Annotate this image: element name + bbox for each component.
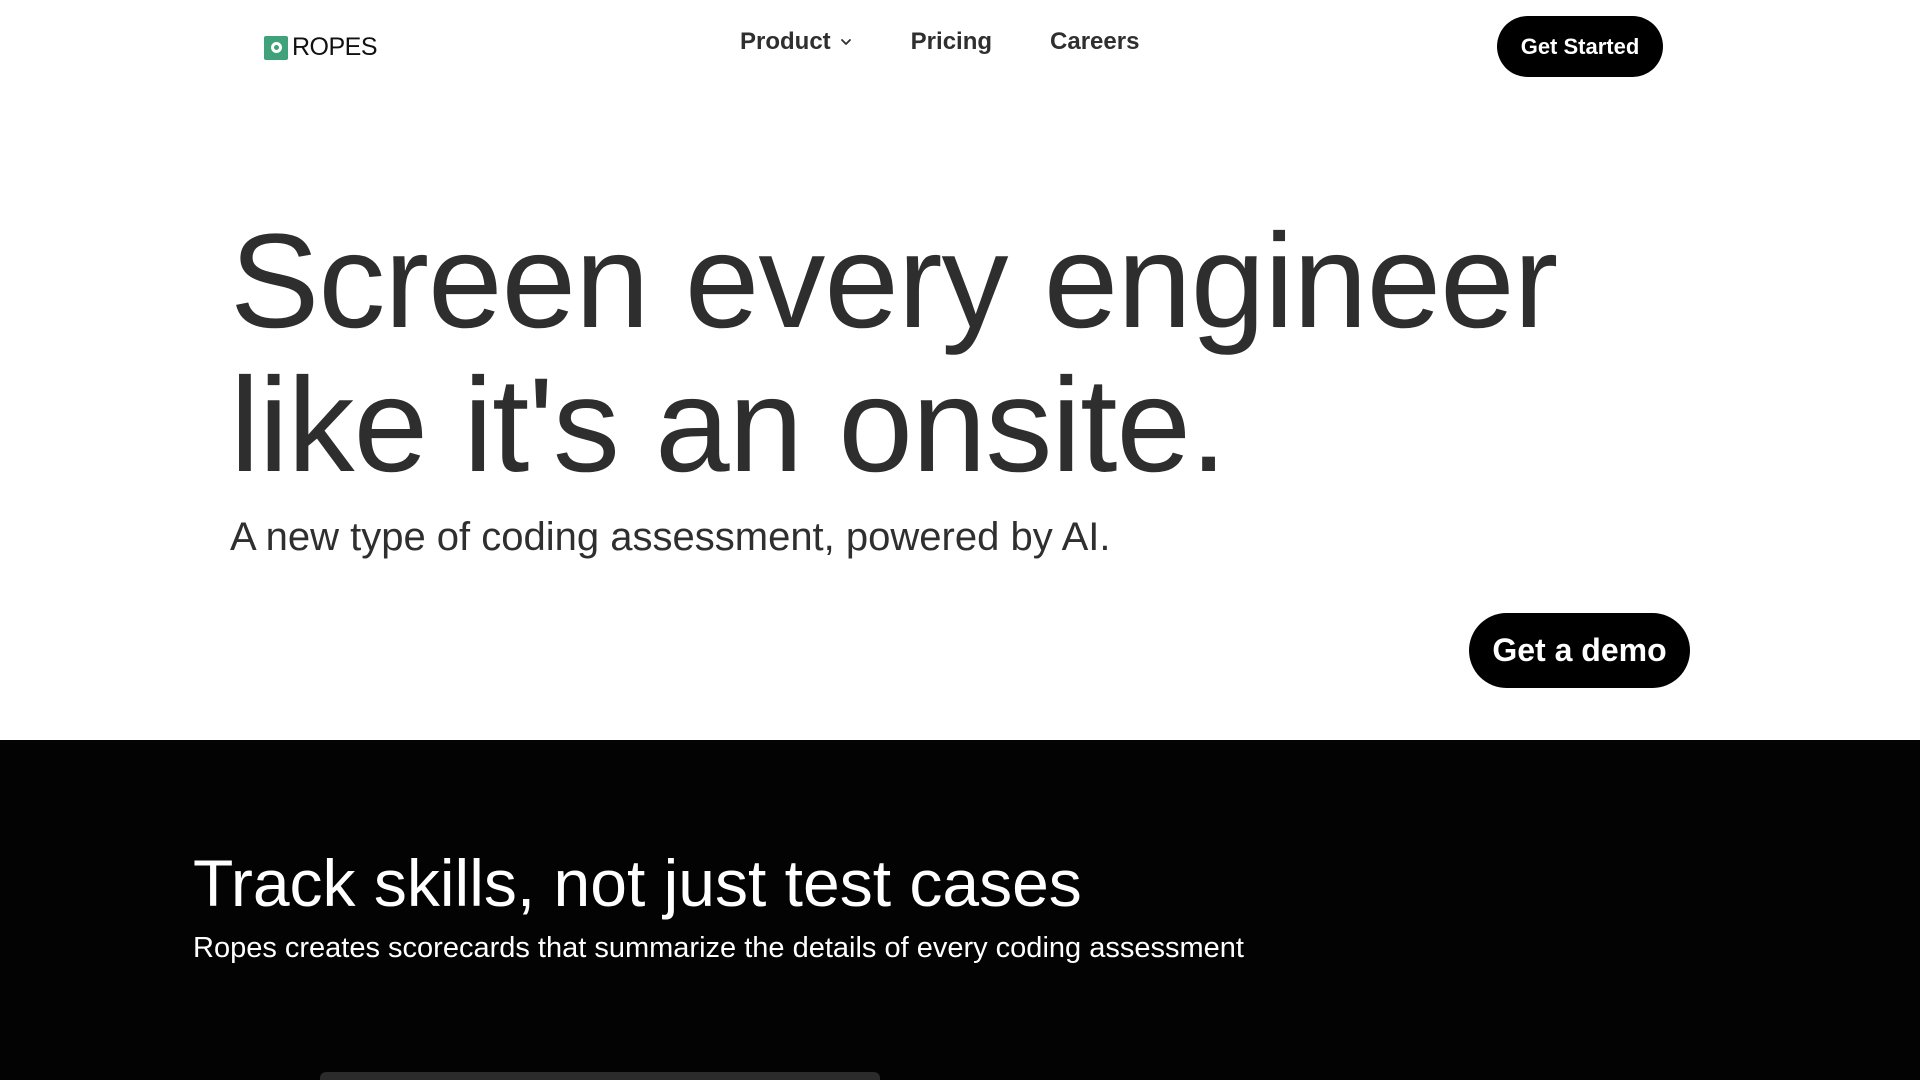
hero-title: Screen every engineer like it's an onsit… — [230, 210, 1730, 498]
hero-subtitle: A new type of coding assessment, powered… — [230, 515, 1111, 559]
nav-item-label: Careers — [1050, 28, 1140, 55]
scorecard-preview — [320, 1072, 880, 1080]
logo-text: ROPES — [292, 33, 378, 61]
ropes-logo-icon — [264, 35, 288, 60]
chevron-down-icon — [840, 39, 851, 45]
logo-link[interactable]: ROPES — [264, 33, 378, 62]
hero-title-line-1: Screen every engineer — [230, 207, 1558, 356]
get-demo-button[interactable]: Get a demo — [1469, 613, 1690, 688]
feature-subtitle: Ropes creates scorecards that summarize … — [193, 932, 1244, 964]
site-header: ROPES Product Pricing Careers Get Starte… — [0, 0, 1920, 92]
nav-item-careers[interactable]: Careers — [1050, 28, 1139, 56]
nav-item-label: Product — [740, 28, 831, 55]
feature-section: Track skills, not just test cases Ropes … — [0, 740, 1920, 1080]
feature-title: Track skills, not just test cases — [193, 846, 1082, 920]
nav-item-pricing[interactable]: Pricing — [911, 28, 992, 56]
nav-item-product[interactable]: Product — [740, 28, 853, 56]
hero-title-line-2: like it's an onsite. — [230, 351, 1227, 500]
main-nav: Product Pricing Careers — [740, 28, 1197, 56]
get-started-button[interactable]: Get Started — [1497, 16, 1663, 77]
nav-item-label: Pricing — [910, 28, 993, 55]
